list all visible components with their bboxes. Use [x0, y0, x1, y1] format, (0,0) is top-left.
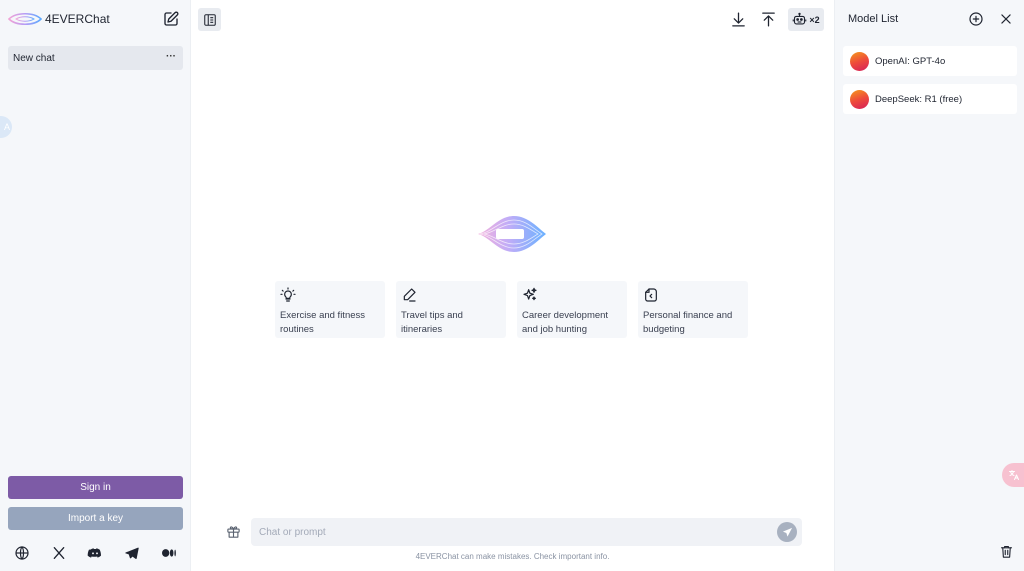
sign-in-button[interactable]: Sign in — [8, 476, 183, 499]
send-button[interactable] — [777, 522, 797, 542]
translate-floating-button[interactable] — [1002, 463, 1024, 487]
brand[interactable]: 4EVERChat — [8, 10, 110, 28]
chat-main: ×2 Exercise and fitness routines Travel … — [191, 0, 834, 571]
model-list-item[interactable]: OpenAI: GPT-4o — [843, 46, 1017, 76]
suggestion-card[interactable]: Personal finance and budgeting — [638, 281, 748, 338]
app-logo-icon — [8, 12, 42, 26]
translate-icon — [1009, 470, 1019, 480]
file-icon — [645, 288, 657, 302]
chat-title: New chat — [13, 52, 55, 64]
pen-icon — [403, 288, 416, 302]
disclaimer-text: 4EVERChat can make mistakes. Check impor… — [415, 552, 610, 561]
send-icon — [782, 527, 792, 537]
robot-icon — [793, 12, 807, 25]
model-list-toggle-button[interactable]: ×2 — [788, 8, 824, 31]
sidebar-panel-icon — [203, 13, 216, 26]
trash-icon[interactable] — [999, 544, 1014, 559]
new-chat-icon[interactable] — [162, 10, 180, 28]
discord-icon[interactable] — [87, 545, 103, 561]
suggestion-card[interactable]: Travel tips and itineraries — [396, 281, 506, 338]
suggestion-text: Career development and job hunting — [522, 310, 609, 335]
x-twitter-icon[interactable] — [51, 545, 67, 561]
model-name: OpenAI: GPT-4o — [875, 55, 946, 67]
model-name: DeepSeek: R1 (free) — [875, 93, 963, 105]
social-links — [0, 541, 191, 565]
import-key-button[interactable]: Import a key — [8, 507, 183, 530]
model-count-badge: ×2 — [809, 14, 820, 25]
download-icon[interactable] — [730, 11, 747, 28]
left-sidebar: 4EVERChat New chat ··· A Sign in Import … — [0, 0, 191, 571]
chat-list-item[interactable]: New chat ··· — [8, 46, 183, 70]
prompt-composer — [251, 518, 802, 546]
close-icon[interactable] — [999, 12, 1013, 26]
sparkles-icon — [523, 287, 537, 301]
translate-icon[interactable]: A — [0, 116, 12, 138]
suggestion-cards: Exercise and fitness routines Travel tip… — [275, 281, 748, 338]
model-avatar — [850, 89, 869, 109]
medium-icon[interactable] — [161, 545, 177, 561]
app-name: 4EVERChat — [45, 12, 110, 26]
share-upload-icon[interactable] — [760, 11, 777, 28]
suggestion-card[interactable]: Career development and job hunting — [517, 281, 627, 338]
model-list-panel: Model List OpenAI: GPT-4o DeepSeek: R1 (… — [834, 0, 1024, 571]
model-list-item[interactable]: DeepSeek: R1 (free) — [843, 84, 1017, 114]
lightbulb-icon — [280, 287, 296, 302]
add-model-icon[interactable] — [968, 11, 984, 27]
telegram-icon[interactable] — [124, 545, 140, 561]
suggestion-text: Personal finance and budgeting — [643, 310, 733, 335]
suggestion-card[interactable]: Exercise and fitness routines — [275, 281, 385, 338]
toggle-sidebar-button[interactable] — [198, 8, 221, 31]
model-avatar — [850, 51, 869, 71]
gift-icon[interactable] — [226, 524, 241, 539]
translate-badge-label: A — [3, 122, 10, 132]
prompt-input[interactable] — [259, 518, 769, 546]
globe-icon[interactable] — [14, 545, 30, 561]
suggestion-text: Travel tips and itineraries — [401, 310, 463, 335]
suggestion-text: Exercise and fitness routines — [280, 310, 366, 335]
app-logo-large-icon — [478, 216, 546, 252]
panel-title: Model List — [848, 13, 899, 25]
chat-more-icon[interactable]: ··· — [166, 52, 176, 62]
